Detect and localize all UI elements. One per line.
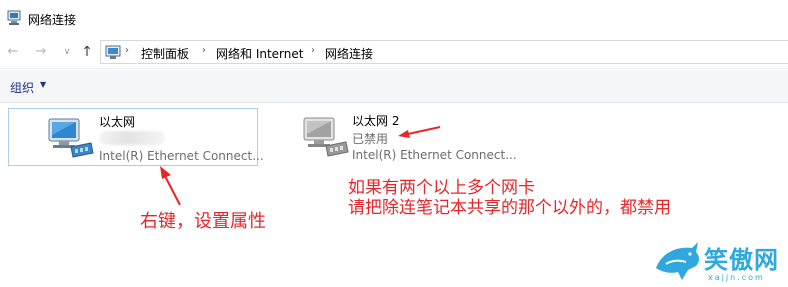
shark-logo-icon [656,242,699,280]
network-connections-icon [7,10,21,25]
annotation-right-click: 右键，设置属性 [140,211,266,232]
address-bar[interactable]: › 控制面板 › 网络和 Internet › 网络连接 [100,40,788,64]
breadcrumb-separator-icon[interactable]: › [311,45,315,56]
title-bar: 网络连接 [0,0,788,38]
forward-arrow-icon[interactable]: → [32,42,50,62]
organize-menu-button[interactable]: 组织 [10,79,34,96]
annotation-note-line2: 请把除连笔记本共享的那个以外的，都禁用 [348,198,671,218]
network-adapter-ethernet[interactable]: 以太网 Intel(R) Ethernet Connect... [8,108,264,166]
back-arrow-icon[interactable]: ← [4,42,22,62]
arrow-to-ethernet-icon [160,166,181,206]
breadcrumb-control-panel[interactable]: 控制面板 [141,45,189,62]
chevron-down-icon[interactable]: ▼ [40,80,46,89]
adapter-name: 以太网 2 [352,114,400,128]
adapter-device-name: Intel(R) Ethernet Connect... [99,149,264,163]
control-panel-icon [105,45,121,59]
network-adapter-disabled-icon [303,117,349,157]
adapter-device-name: Intel(R) Ethernet Connect... [352,148,517,162]
adapter-name: 以太网 [99,115,136,129]
command-toolbar: 组织 ▼ [0,70,788,102]
header-divider [0,68,788,69]
watermark-url: xajjn.com [708,273,765,282]
breadcrumb-network-connections[interactable]: 网络连接 [325,45,373,62]
breadcrumb-network-internet[interactable]: 网络和 Internet [216,45,303,62]
navigation-bar: ← → ∨ ↑ › 控制面板 › 网络和 Internet › 网络连接 [0,38,788,66]
network-adapter-ethernet-2[interactable]: 以太网 2 已禁用 Intel(R) Ethernet Connect... [296,108,526,166]
watermark: 笑傲网 xajjn.com [652,236,788,287]
watermark-brand: 笑傲网 [704,246,779,274]
toolbar-divider [0,102,788,103]
adapter-status-blurred [99,131,165,145]
adapter-status: 已禁用 [352,132,389,146]
network-adapter-icon [48,118,94,158]
recent-locations-chevron-icon[interactable]: ∨ [58,42,76,62]
window-title: 网络连接 [28,13,77,27]
up-arrow-icon[interactable]: ↑ [78,42,96,62]
breadcrumb-separator-icon: › [125,45,129,56]
breadcrumb-separator-icon[interactable]: › [202,45,206,56]
